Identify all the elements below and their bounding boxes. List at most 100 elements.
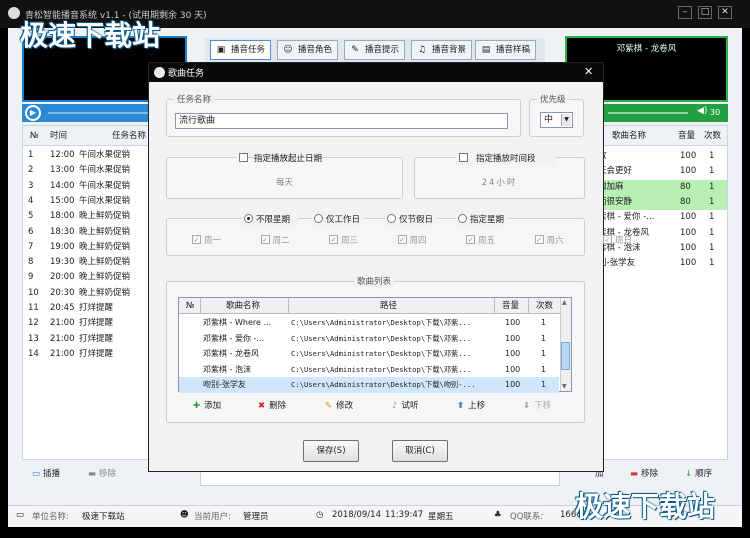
right-remove-button[interactable]: ▬ 移除 (630, 466, 658, 482)
tab-broadcast-background[interactable]: ♫ 播音背景 (411, 40, 473, 60)
user-label: 当前用户: (194, 512, 231, 522)
tab-broadcast-tip[interactable]: ✎ 播音提示 (344, 40, 406, 60)
tab-broadcast-sample[interactable]: ▤ 播音样稿 (475, 40, 537, 60)
arrow-up-icon: ⬆ (457, 401, 465, 411)
radio-button[interactable] (458, 214, 467, 223)
maximize-button[interactable]: □ (698, 6, 712, 19)
right-progress-track[interactable] (608, 112, 688, 114)
day-mode-radio[interactable]: 不限星期 (242, 212, 298, 226)
song-col-no: № (186, 301, 195, 311)
minimize-button[interactable]: – (678, 6, 692, 19)
close-button[interactable]: ✕ (718, 6, 732, 19)
insert-play-button[interactable]: ▭ 插播 (32, 466, 60, 482)
weekday-checkbox[interactable]: ✓ 周二 (260, 234, 301, 246)
song-row[interactable]: 吻别-张学友 C:\Users\Administrator\Desktop\下载\… (179, 377, 559, 393)
time-range-checkbox-row[interactable]: 指定播放时间段 (456, 151, 556, 165)
task-name: 打烊提醒 (79, 318, 114, 329)
radio-button[interactable] (387, 214, 396, 223)
day-mode-radio[interactable]: 指定星期 (456, 212, 508, 226)
song-volume: 100 (505, 333, 521, 343)
radio-button[interactable] (244, 214, 253, 223)
col-divider (200, 298, 201, 314)
weekday-label: 周二 (272, 236, 290, 246)
song-row[interactable]: 邓紫棋 - 爱你 -... C:\Users\Administrator\Desk… (179, 331, 559, 347)
tip-tab-icon: ✎ (351, 45, 359, 55)
weekday-checkbox[interactable]: ✓ 周四 (397, 234, 438, 246)
play-button[interactable]: ▶ (25, 105, 41, 121)
dialog-close-button[interactable]: ✕ (584, 65, 593, 78)
day-mode-radio[interactable]: 仅工作日 (312, 212, 364, 226)
song-count: 1 (709, 166, 715, 177)
song-edit-button[interactable]: ✎ 修改 (325, 398, 353, 414)
song-count: 1 (709, 196, 715, 207)
checkbox-check-icon[interactable]: ✓ (260, 235, 270, 244)
song-row[interactable]: 邓紫棋 - 泡沫 C:\Users\Administrator\Desktop\下… (179, 362, 559, 378)
weekday-label: 周四 (409, 236, 427, 246)
task-no: 4 (28, 195, 34, 206)
task-no: 2 (28, 165, 34, 176)
song-col-count: 次数 (536, 301, 554, 311)
order-button[interactable]: ↓ 顺序 (685, 466, 712, 482)
save-button[interactable]: 保存(S) (303, 440, 359, 462)
song-count: 1 (541, 349, 547, 358)
priority-label: 优先级 (537, 93, 569, 105)
date-range-checkbox-row[interactable]: 指定播放起止日期 (236, 151, 322, 165)
task-name: 打烊提醒 (79, 348, 114, 359)
scroll-up-icon[interactable]: ▲ (562, 299, 567, 306)
checkbox-check-icon[interactable]: ✓ (466, 235, 475, 244)
checkbox-check-icon[interactable]: ✓ (534, 235, 544, 244)
col-count-header: 次数 (704, 131, 722, 141)
col-song-header: 歌曲名称 (612, 131, 647, 141)
chevron-down-icon[interactable]: ▼ (561, 114, 571, 126)
song-count: 1 (709, 181, 715, 192)
task-no: 13 (28, 333, 39, 344)
checkbox-check-icon[interactable]: ✓ (329, 235, 338, 244)
weekday-label: 周六 (546, 236, 564, 246)
song-move-up-button[interactable]: ⬆ 上移 (457, 398, 485, 414)
song-row[interactable]: 邓紫棋 - Where ... C:\Users\Administrator\De… (179, 315, 559, 331)
weekday-checkbox[interactable]: ✓ 周六 (534, 234, 575, 246)
task-name: 晚上鲜奶促销 (79, 226, 131, 237)
task-no: 6 (28, 226, 34, 237)
date-range-checkbox[interactable] (239, 153, 248, 162)
song-preview-button[interactable]: ♪ 试听 (392, 398, 418, 414)
radio-button[interactable] (314, 214, 323, 223)
weekday-checkbox[interactable]: ✓ 周三 (329, 234, 369, 246)
song-row[interactable]: 邓紫棋 - 龙卷风 C:\Users\Administrator\Desktop\… (179, 346, 559, 362)
song-delete-button[interactable]: ✖ 删除 (258, 398, 286, 414)
task-no: 9 (28, 272, 34, 283)
minus-icon: ▬ (88, 469, 97, 479)
song-col-path: 路径 (380, 301, 398, 311)
checkbox-check-icon[interactable]: ✓ (397, 235, 407, 244)
scrollbar-thumb[interactable] (561, 342, 570, 370)
watermark-bottom: 极速下载站 (575, 490, 716, 523)
checkbox-check-icon[interactable]: ✓ (192, 235, 201, 244)
task-name: 晚上鲜奶促销 (79, 272, 131, 283)
scroll-down-icon[interactable]: ▼ (562, 383, 567, 390)
task-time: 15:00 (50, 195, 75, 206)
song-move-down-button[interactable]: ⬇ 下移 (523, 398, 551, 414)
task-name: 午间水果促销 (79, 165, 131, 176)
weekday-checkbox[interactable]: ✓ 周五 (466, 234, 506, 246)
tab-broadcast-task[interactable]: ▣ 播音任务 (210, 40, 272, 60)
left-remove-button[interactable]: ▬ 移除 (88, 466, 116, 482)
task-name: 打烊提醒 (79, 333, 114, 344)
day-mode-radio[interactable]: 仅节假日 (385, 212, 437, 226)
volume-icon[interactable]: ◀) (697, 106, 707, 116)
song-add-button[interactable]: ✚ 添加 (193, 398, 221, 414)
time-range-checkbox[interactable] (459, 153, 468, 162)
cancel-button[interactable]: 取消(C) (392, 440, 448, 462)
tab-broadcast-role[interactable]: ☺ 播音角色 (277, 40, 339, 60)
song-volume: 100 (680, 242, 697, 253)
task-no: 7 (28, 241, 34, 252)
task-time: 13:00 (50, 165, 75, 176)
weekday-label: 周五 (478, 236, 496, 246)
weekday-checkbox[interactable]: ✓ 周一 (192, 234, 232, 246)
task-name-input[interactable]: 流行歌曲 (175, 113, 508, 129)
priority-select[interactable]: 中 ▼ (540, 112, 573, 128)
weekday-checkbox[interactable]: ✓ 周日 (603, 234, 643, 246)
checkbox-check-icon[interactable]: ✓ (603, 235, 612, 244)
task-time: 18:00 (50, 211, 75, 222)
unit-label: 单位名称: (32, 512, 69, 522)
song-volume: 100 (505, 318, 521, 327)
